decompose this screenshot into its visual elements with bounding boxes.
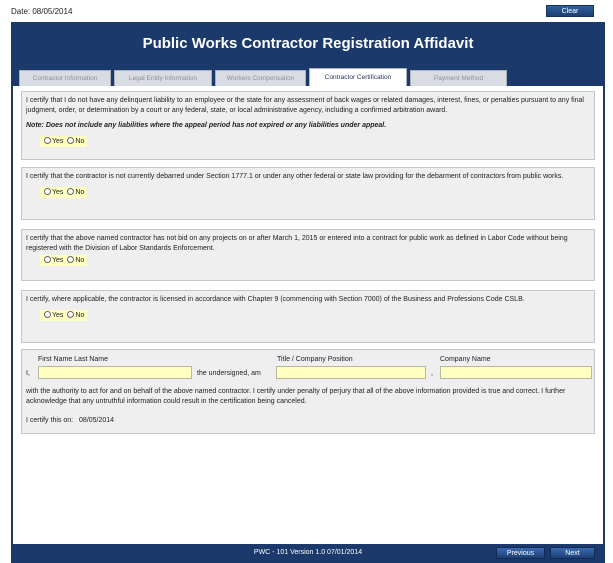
form-header: Public Works Contractor Registration Aff… xyxy=(13,24,603,62)
yes-radio[interactable] xyxy=(44,136,51,144)
certification-section-debarment: I certify that the contractor is not cur… xyxy=(21,167,595,220)
certification-section-license: I certify, where applicable, the contrac… xyxy=(21,290,595,343)
certification-text: I certify, where applicable, the contrac… xyxy=(26,296,525,303)
tab-payment-method[interactable]: Payment Method xyxy=(410,70,507,86)
yes-label: Yes xyxy=(52,188,64,196)
yes-no-group: Yes No xyxy=(40,135,88,147)
yes-label: Yes xyxy=(52,257,64,264)
company-input[interactable] xyxy=(440,366,592,379)
no-radio[interactable] xyxy=(67,187,75,195)
date-display: Date: 08/05/2014 xyxy=(11,7,72,16)
clear-button[interactable]: Clear xyxy=(546,5,594,17)
no-radio[interactable] xyxy=(67,136,75,144)
tab-bar: Contractor Information Legal Entity Info… xyxy=(13,62,603,86)
affidavit-form: Public Works Contractor Registration Aff… xyxy=(11,22,605,563)
no-radio[interactable] xyxy=(67,256,75,263)
company-label: Company Name xyxy=(440,356,491,363)
title-input[interactable] xyxy=(276,366,426,379)
no-label: No xyxy=(75,311,85,319)
name-input[interactable] xyxy=(38,366,192,379)
no-label: No xyxy=(75,137,85,145)
certification-text: I certify that the above named contracto… xyxy=(26,235,568,252)
tab-workers-compensation[interactable]: Workers Compensation xyxy=(215,70,306,86)
no-label: No xyxy=(75,257,85,264)
yes-radio[interactable] xyxy=(44,187,51,195)
tab-contractor-certification[interactable]: Contractor Certification xyxy=(309,68,407,86)
certification-section-liability: I certify that I do not have any delinqu… xyxy=(21,91,595,160)
yes-no-group: Yes No xyxy=(40,186,88,198)
certification-note: Note: Does not include any liabilities w… xyxy=(26,122,387,129)
signature-middle: the undersigned, am xyxy=(197,370,261,377)
tab-contractor-information[interactable]: Contractor Information xyxy=(19,70,111,86)
next-button[interactable]: Next xyxy=(550,547,595,559)
certification-text: I certify that the contractor is not cur… xyxy=(26,173,564,180)
top-bar: Date: 08/05/2014 Clear xyxy=(0,0,613,22)
title-label: Title / Company Position xyxy=(277,356,353,363)
certify-label: I certify this on: xyxy=(26,417,74,424)
previous-button[interactable]: Previous xyxy=(496,547,545,559)
yes-no-group: Yes No xyxy=(40,255,88,266)
certification-section-registration: I certify that the above named contracto… xyxy=(21,229,595,281)
certify-date: 08/05/2014 xyxy=(79,417,115,424)
yes-radio[interactable] xyxy=(44,256,51,263)
certification-text: I certify that I do not have any delinqu… xyxy=(26,97,584,114)
certify-date-line: I certify this on: 08/05/2014 xyxy=(26,416,114,426)
form-footer: PWC - 101 Version 1.0 07/01/2014 Previou… xyxy=(13,544,603,561)
signature-statement: with the authority to act for and on beh… xyxy=(26,388,566,405)
yes-no-group: Yes No xyxy=(40,309,88,321)
yes-label: Yes xyxy=(52,311,64,319)
signature-comma: , xyxy=(431,370,433,377)
yes-label: Yes xyxy=(52,137,64,145)
signature-prefix: I, xyxy=(26,370,30,377)
no-label: No xyxy=(75,188,85,196)
no-radio[interactable] xyxy=(67,310,75,318)
date-value: 08/05/2014 xyxy=(32,7,73,16)
signature-section: First Name Last Name Title / Company Pos… xyxy=(21,349,595,434)
page-title: Public Works Contractor Registration Aff… xyxy=(142,35,474,52)
name-label: First Name Last Name xyxy=(38,356,109,363)
yes-radio[interactable] xyxy=(44,310,51,318)
date-label: Date: xyxy=(11,7,31,16)
tab-legal-entity-information[interactable]: Legal Entity Information xyxy=(114,70,212,86)
